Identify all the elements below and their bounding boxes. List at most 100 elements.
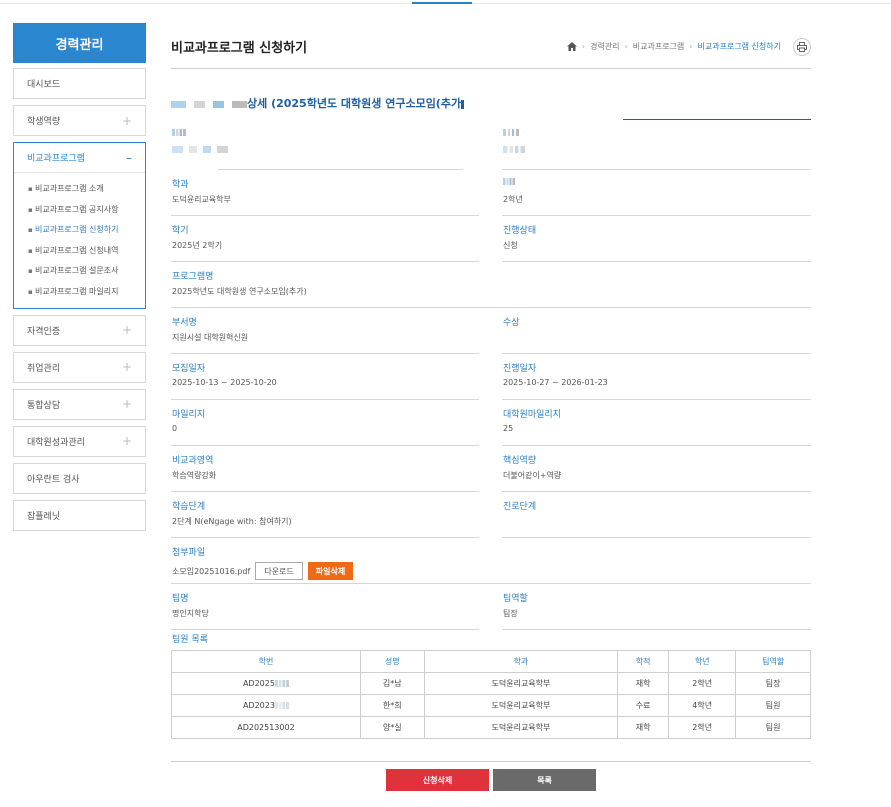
field-recruit-period: 모집일자 2025-10-13 ~ 2025-10-20 [171, 354, 479, 400]
table-cell: 팀원 [735, 694, 811, 717]
print-button[interactable] [793, 38, 811, 56]
field-label: 대학원마일리지 [503, 410, 561, 420]
sidebar-item-dashboard[interactable]: 대시보드 [13, 68, 146, 99]
top-bar [0, 0, 891, 4]
home-icon[interactable] [566, 42, 577, 51]
field-value: 2025-10-13 ~ 2025-10-20 [172, 378, 277, 387]
sidebar-item-label: 대시보드 [27, 80, 61, 90]
field-value: 2025학년도 대학원생 연구소모임(추가) [172, 287, 307, 296]
sidebar-item-employment[interactable]: 취업관리 + [13, 351, 146, 383]
field-grade: 2학년 [502, 170, 811, 216]
sidebar-item-student-competency[interactable]: 학생역량 + [13, 105, 146, 136]
field-attachment: 첨부파일 소모임20251016.pdf 다운로드 파일삭제 [171, 538, 811, 584]
detail-row: 마일리지 0 대학원마일리지 25 [171, 400, 811, 446]
field-run-period: 진행일자 2025-10-27 ~ 2026-01-23 [502, 354, 811, 400]
field-value: 더불어같이+역량 [503, 471, 562, 480]
sidebar-item-grad-performance[interactable]: 대학원성과관리 + [13, 425, 146, 457]
field-label: 팀명 [172, 594, 189, 604]
submenu-item-mileage[interactable]: 비교과프로그램 마일리지 [28, 282, 145, 303]
action-bar: 신청삭제 목록 [171, 769, 811, 791]
detail-row: 학습단계 2단계 N(eNgage with: 참여하기) 진로단계 [171, 492, 811, 538]
sidebar-item-jobplanet[interactable]: 잡플레닛 [13, 499, 146, 531]
field-value: 2025년 2학기 [172, 241, 223, 250]
redacted-label [172, 129, 186, 136]
chevron-right-icon: › [689, 42, 693, 51]
row-divider [502, 629, 811, 630]
submenu-item-survey[interactable]: 비교과프로그램 설문조사 [28, 261, 145, 282]
redacted-value [503, 146, 525, 153]
field-label: 팀역할 [503, 594, 528, 604]
attachment-file-name[interactable]: 소모임20251016.pdf [172, 566, 250, 577]
field-value: 도덕윤리교육학부 [172, 195, 231, 204]
table-cell: 한*희 [359, 694, 425, 717]
field-label: 마일리지 [172, 410, 206, 420]
sidebar-item-label: 잡플레닛 [27, 511, 61, 522]
delete-file-button[interactable]: 파일삭제 [307, 562, 354, 580]
table-cell: 2학년 [668, 716, 737, 739]
field-value: 신청 [503, 241, 518, 250]
field-area: 비교과영역 학습역량강화 [171, 446, 479, 492]
row-divider [171, 629, 479, 630]
sidebar-item-label: 학생역량 [27, 117, 61, 127]
field-grad-mileage: 대학원마일리지 25 [502, 400, 811, 446]
field-label: 진로단계 [503, 502, 537, 512]
field-value: 명인지학당 [172, 609, 209, 618]
field-learning-stage: 학습단계 2단계 N(eNgage with: 참여하기) [171, 492, 479, 538]
field-value: 2학년 [503, 195, 523, 204]
chevron-right-icon: › [581, 42, 586, 51]
download-button[interactable]: 다운로드 [255, 562, 303, 580]
sidebar-submenu: 비교과프로그램 소개 비교과프로그램 공지사항 비교과프로그램 신청하기 비교과… [14, 173, 145, 308]
column-header: 학적 [617, 650, 670, 673]
field-label: 모집일자 [172, 364, 206, 374]
column-header: 성명 [359, 650, 425, 673]
field-label: 프로그램명 [172, 272, 214, 282]
title-row: 비교과프로그램 신청하기 › 경력관리 › 비교과프로그램 › 비교과프로그램 … [171, 23, 811, 69]
plus-icon: + [121, 113, 132, 128]
redacted-label [503, 178, 515, 185]
detail-row: 학과 도덕윤리교육학부 2학년 [171, 170, 811, 216]
sidebar: 경력관리 대시보드 학생역량 + 비교과프로그램 – 비교과프로그램 소개 비교… [13, 23, 146, 537]
table-row: AD2023 한*희 도덕윤리교육학부 수료 4학년 팀원 [171, 694, 811, 717]
sidebar-item-extracurricular[interactable]: 비교과프로그램 – [14, 143, 145, 173]
sidebar-item-counseling[interactable]: 통합상담 + [13, 388, 146, 420]
table-cell: 김*남 [359, 672, 425, 695]
column-header: 학번 [171, 650, 361, 673]
list-button[interactable]: 목록 [493, 769, 596, 791]
field-award: 수상 [502, 308, 811, 354]
table-row: AD2025 김*남 도덕윤리교육학부 재학 2학년 팀장 [171, 672, 811, 695]
column-header: 팀역할 [735, 650, 811, 673]
detail-row: 첨부파일 소모임20251016.pdf 다운로드 파일삭제 [171, 538, 811, 584]
members-table: 학번 성명 학과 학적 학년 팀역할 AD2025 김*남 도덕윤리교육학부 재… [171, 650, 811, 739]
field-status: 진행상태 신청 [502, 216, 811, 262]
sidebar-item-certification[interactable]: 자격인증 + [13, 314, 146, 346]
field-label: 학과 [172, 180, 189, 190]
breadcrumb-item[interactable]: 비교과프로그램 [633, 41, 685, 52]
submenu-item-apply[interactable]: 비교과프로그램 신청하기 [28, 220, 145, 241]
sidebar-item-label: 비교과프로그램 [27, 154, 85, 164]
redacted-text [274, 702, 289, 709]
table-row: AD202513002 양*실 도덕윤리교육학부 재학 2학년 팀원 [171, 716, 811, 739]
sidebar-item-aurant-test[interactable]: 아우란트 검사 [13, 462, 146, 494]
field-program-name: 프로그램명 2025학년도 대학원생 연구소모임(추가) [171, 262, 811, 308]
field-label: 진행일자 [503, 364, 537, 374]
field-value: 2025-10-27 ~ 2026-01-23 [503, 378, 608, 387]
cancel-application-button[interactable]: 신청삭제 [386, 769, 489, 791]
sidebar-item-label: 아우란트 검사 [27, 474, 80, 485]
field-value: 25 [503, 424, 514, 433]
table-cell: 2학년 [668, 672, 737, 695]
field-department: 학과 도덕윤리교육학부 [171, 170, 479, 216]
field-team-role: 팀역할 팀장 [502, 584, 811, 630]
detail-grid: 학과 도덕윤리교육학부 2학년 학기 2025년 2학기 진행상태 신청 프로그… [171, 124, 811, 630]
field-value: 2단계 N(eNgage with: 참여하기) [172, 517, 292, 526]
top-indicator [412, 2, 472, 4]
redacted-label [503, 129, 519, 136]
detail-row: 부서명 지원시설 대학원혁신원 수상 [171, 308, 811, 354]
breadcrumb-item[interactable]: 경력관리 [590, 41, 619, 52]
submenu-item-intro[interactable]: 비교과프로그램 소개 [28, 179, 145, 200]
redacted-text [274, 680, 289, 687]
submenu-item-history[interactable]: 비교과프로그램 신청내역 [28, 241, 145, 262]
column-header: 학년 [668, 650, 737, 673]
field-label: 부서명 [172, 318, 197, 328]
table-cell: 수료 [617, 694, 670, 717]
submenu-item-notice[interactable]: 비교과프로그램 공지사항 [28, 200, 145, 221]
